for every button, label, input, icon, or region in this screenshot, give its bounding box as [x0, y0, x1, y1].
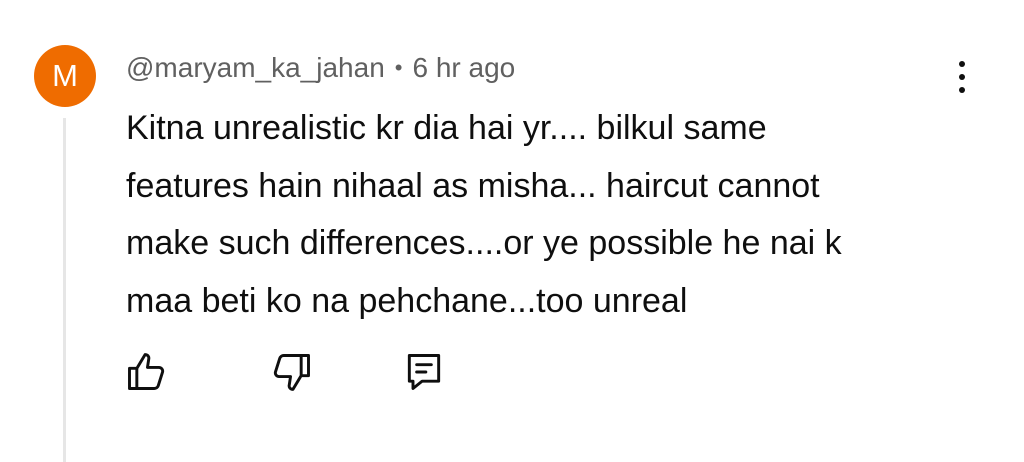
avatar[interactable]: M — [34, 45, 96, 107]
menu-dot — [959, 87, 965, 93]
thumbs-up-icon — [128, 353, 165, 390]
thread-line — [63, 118, 66, 462]
menu-dot — [959, 74, 965, 80]
comment-text-line: Kitna unrealistic kr dia hai yr.... bilk… — [126, 109, 767, 147]
comment-meta: @maryam_ka_jahan • 6 hr ago — [126, 48, 515, 88]
reply-button[interactable] — [402, 350, 446, 394]
dislike-button[interactable] — [270, 350, 314, 394]
like-button[interactable] — [124, 350, 168, 394]
more-vertical-icon[interactable] — [947, 55, 977, 99]
meta-separator: • — [394, 55, 403, 80]
menu-dot — [959, 61, 965, 67]
comment-time[interactable]: 6 hr ago — [412, 52, 515, 84]
reply-comment-icon — [407, 354, 441, 390]
comment-text-line: maa beti ko na pehchane...too unreal — [126, 281, 688, 320]
thumbs-down-icon — [273, 354, 310, 391]
comment-card: M @maryam_ka_jahan • 6 hr ago Kitna unre… — [0, 0, 1024, 462]
comment-text-line: features hain nihaal as misha... haircut… — [126, 166, 820, 205]
comment-text: Kitna unrealistic kr dia hai yr.... bilk… — [126, 100, 956, 330]
author-name[interactable]: @maryam_ka_jahan — [126, 52, 385, 84]
avatar-initial: M — [52, 58, 78, 93]
comment-text-line: make such differences....or ye possible … — [126, 224, 842, 262]
